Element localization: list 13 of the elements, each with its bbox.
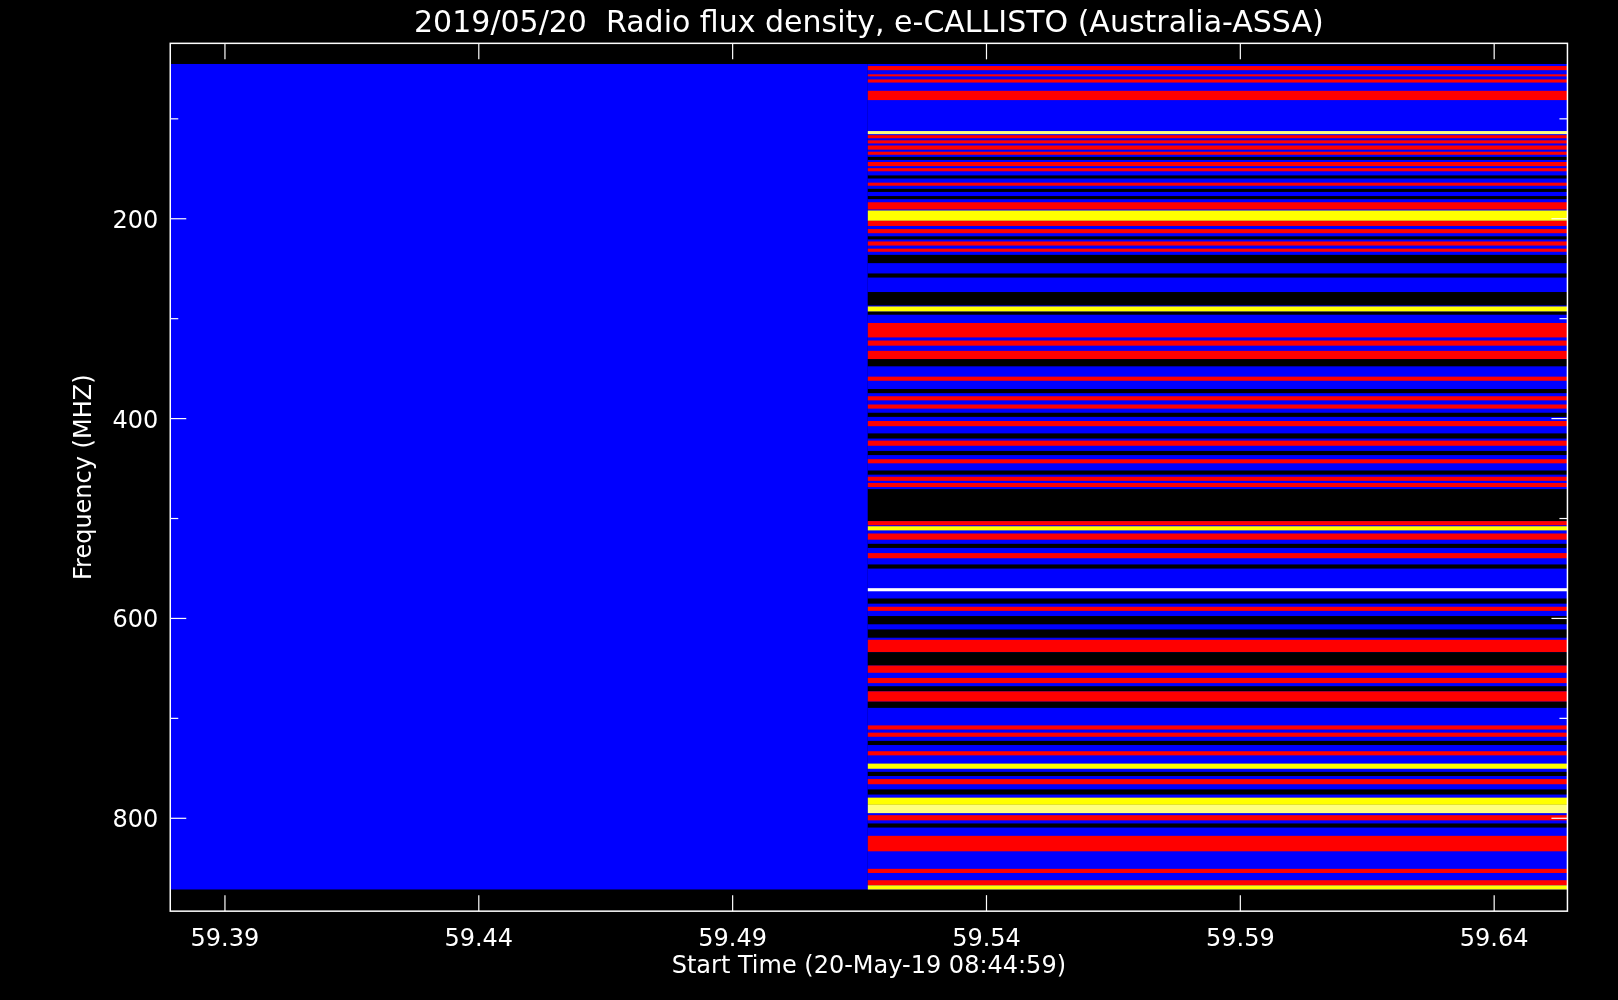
y-axis-label: Frequency (MHZ) [68,374,97,580]
x-tick-label: 59.64 [1459,924,1529,953]
plot-title: 2019/05/20 Radio flux density, e-CALLISTO (Australia-ASSA) [414,4,1324,39]
y-tick-label: 400 [112,405,159,434]
y-tick-label: 600 [112,605,159,634]
x-axis-label: Start Time (20-May-19 08:44:59) [671,951,1067,980]
x-tick-label: 59.54 [952,924,1021,953]
x-tick-label: 59.49 [698,924,767,953]
x-tick-label: 59.39 [190,924,260,953]
y-tick-label: 800 [112,805,159,834]
x-tick-label: 59.44 [444,924,514,953]
x-tick-label: 59.59 [1205,924,1275,953]
y-tick-label: 200 [112,205,159,234]
